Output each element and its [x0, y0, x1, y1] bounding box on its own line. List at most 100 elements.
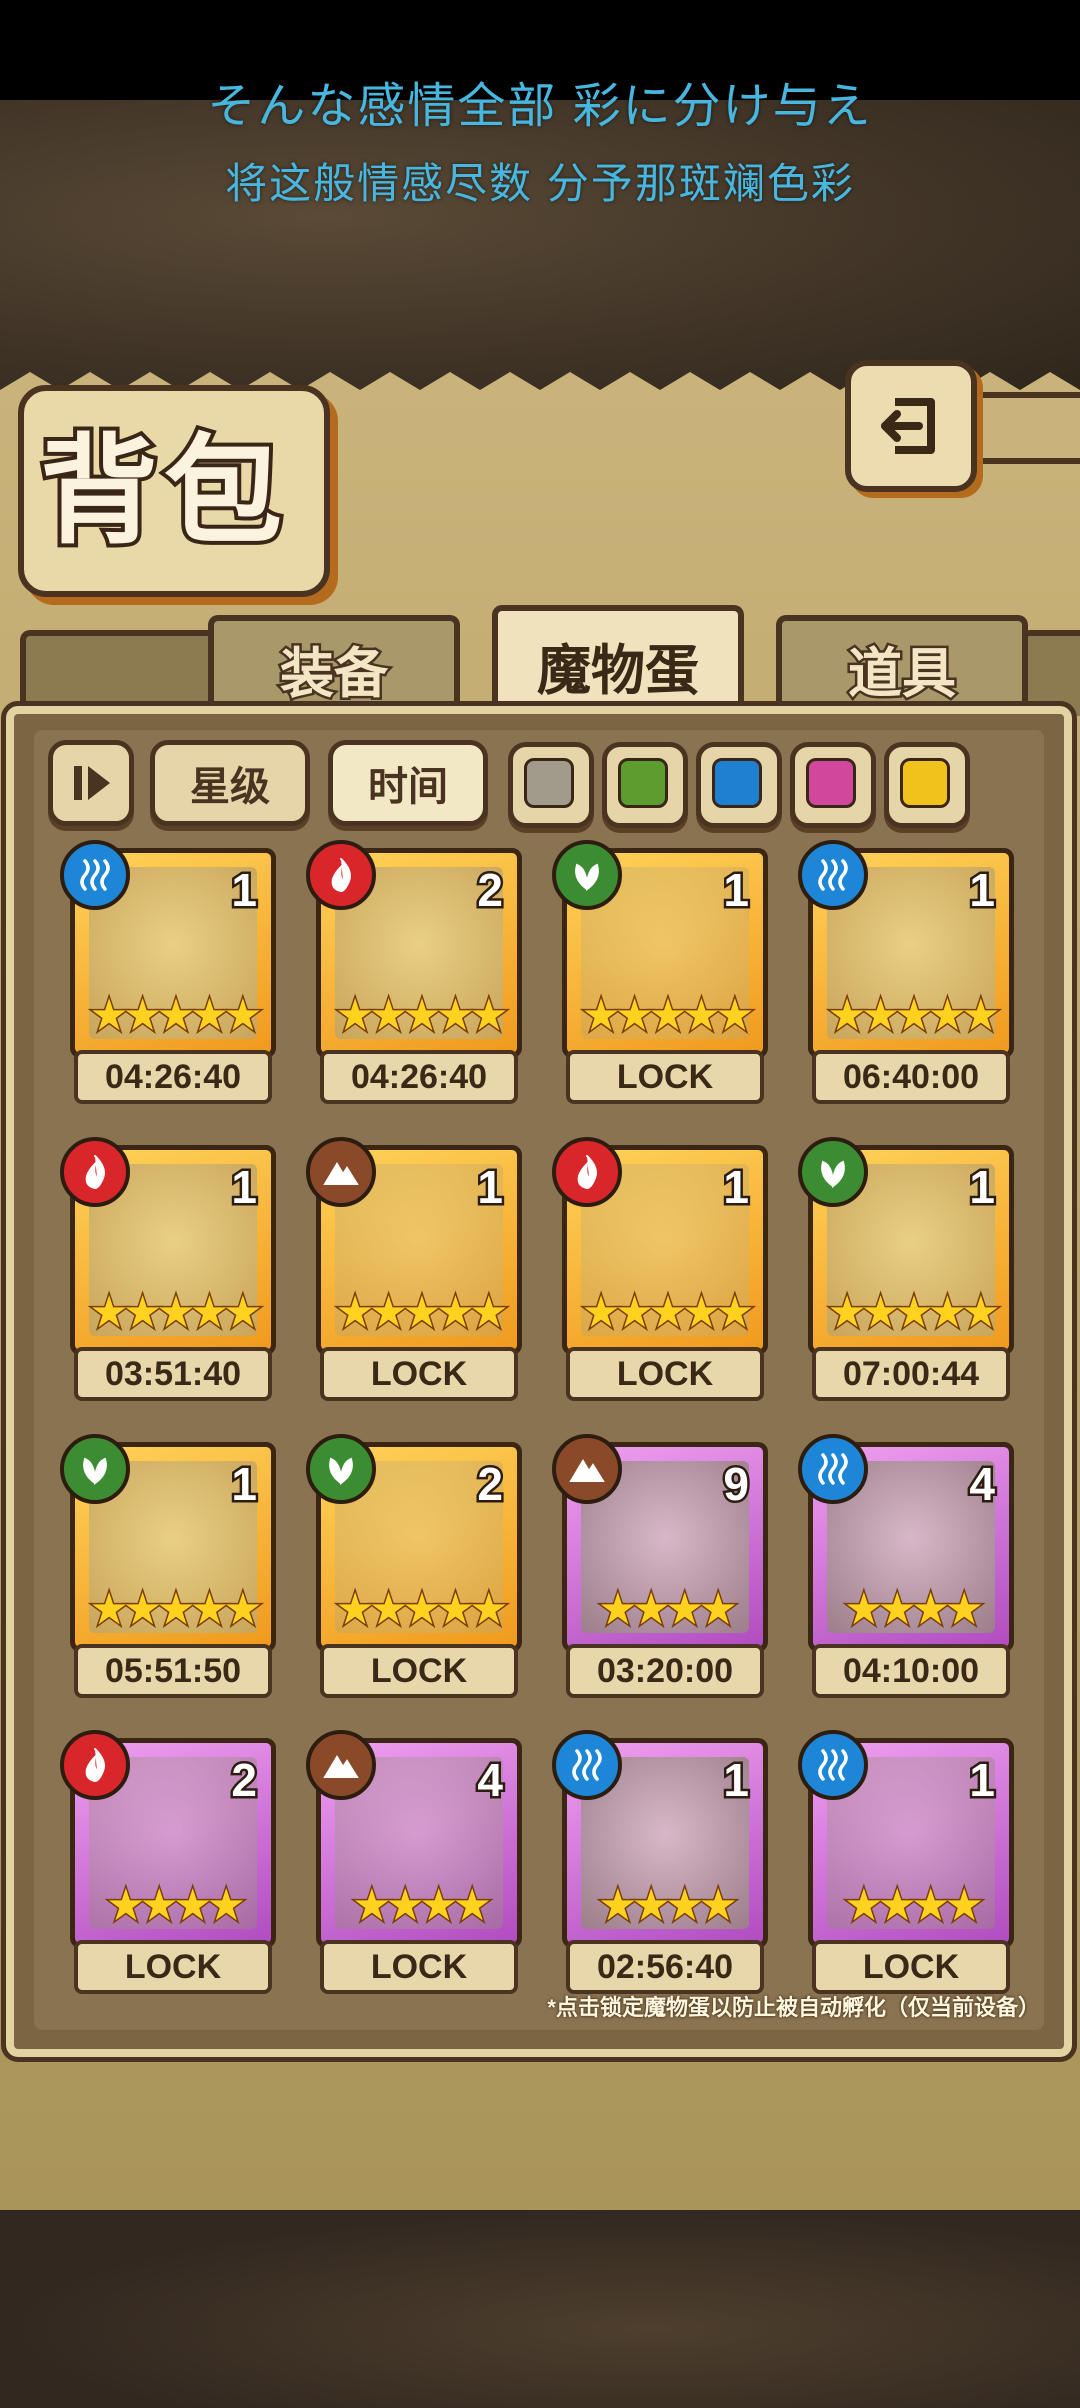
fire-element-icon — [60, 1730, 130, 1800]
back-button[interactable] — [845, 360, 977, 492]
sort-by-time-button[interactable]: 时间 — [328, 740, 488, 826]
earth-element-icon — [306, 1137, 376, 1207]
sort-order-toggle[interactable] — [48, 740, 134, 826]
egg-count: 2 — [475, 1456, 506, 1513]
fire-element-glyph — [85, 1155, 105, 1190]
star-rating: ★★★★ — [597, 1584, 740, 1636]
egg-lock-label[interactable]: LOCK — [566, 1347, 764, 1401]
egg-card[interactable]: 1 ★★★★ — [552, 1730, 768, 1948]
egg-lock-label[interactable]: LOCK — [320, 1940, 518, 1994]
egg-hatch-timer[interactable]: 07:00:44 — [812, 1347, 1010, 1401]
star-rating: ★★★★★ — [334, 1584, 510, 1636]
egg-hatch-timer[interactable]: 02:56:40 — [566, 1940, 764, 1994]
star-rating: ★★★★★ — [580, 1287, 756, 1339]
egg-count: 1 — [721, 1752, 752, 1809]
egg-card[interactable]: 4 ★★★★ — [306, 1730, 522, 1948]
egg-lock-label[interactable]: LOCK — [320, 1347, 518, 1401]
leaf-element-icon — [60, 1434, 130, 1504]
fire-element-icon — [60, 1137, 130, 1207]
leaf-element-icon — [552, 840, 622, 910]
egg-card[interactable]: 2 ★★★★★ — [306, 1434, 522, 1652]
egg-hatch-timer[interactable]: 06:40:00 — [812, 1050, 1010, 1104]
water-element-icon — [60, 840, 130, 910]
star-rating: ★★★★ — [105, 1880, 248, 1932]
egg-count: 1 — [967, 1752, 998, 1809]
color-filter-gray[interactable] — [508, 742, 594, 828]
egg-count: 1 — [229, 1456, 260, 1513]
water-element-icon — [798, 840, 868, 910]
egg-hatch-timer[interactable]: 03:51:40 — [74, 1347, 272, 1401]
egg-card[interactable]: 2 ★★★★★ — [306, 840, 522, 1058]
egg-card[interactable]: 1 ★★★★★ — [60, 840, 276, 1058]
water-element-glyph — [818, 1749, 848, 1781]
earth-element-icon — [552, 1434, 622, 1504]
color-filter-yellow[interactable] — [884, 742, 970, 828]
leaf-element-icon — [798, 1137, 868, 1207]
egg-count: 1 — [967, 1159, 998, 1216]
egg-lock-label[interactable]: LOCK — [320, 1644, 518, 1698]
color-swatch — [806, 758, 856, 808]
egg-count: 1 — [229, 862, 260, 919]
egg-lock-label[interactable]: LOCK — [74, 1940, 272, 1994]
star-rating: ★★★★★ — [826, 990, 1002, 1042]
egg-count: 2 — [475, 862, 506, 919]
map-background-bottom — [0, 2210, 1080, 2408]
tab-stub-right — [1020, 630, 1080, 716]
egg-card[interactable]: 1 ★★★★★ — [306, 1137, 522, 1355]
water-element-glyph — [572, 1749, 602, 1781]
egg-lock-label[interactable]: LOCK — [812, 1940, 1010, 1994]
egg-count: 9 — [721, 1456, 752, 1513]
star-rating: ★★★★★ — [88, 1584, 264, 1636]
star-rating: ★★★★★ — [88, 990, 264, 1042]
egg-card[interactable]: 9 ★★★★ — [552, 1434, 768, 1652]
fire-element-glyph — [331, 858, 351, 893]
leaf-element-glyph — [821, 1160, 845, 1188]
leaf-element-glyph — [83, 1457, 107, 1485]
leaf-element-icon — [306, 1434, 376, 1504]
lyric-line-chinese: 将这般情感尽数 分予那斑斓色彩 — [225, 160, 855, 207]
egg-hatch-timer[interactable]: 04:10:00 — [812, 1644, 1010, 1698]
color-filter-blue[interactable] — [696, 742, 782, 828]
egg-count: 4 — [967, 1456, 998, 1513]
egg-card[interactable]: 1 ★★★★ — [798, 1730, 1014, 1948]
star-rating: ★★★★ — [351, 1880, 494, 1932]
sort-order-icon — [74, 766, 110, 800]
star-rating: ★★★★ — [843, 1584, 986, 1636]
egg-card[interactable]: 1 ★★★★★ — [798, 1137, 1014, 1355]
color-filter-pink[interactable] — [790, 742, 876, 828]
egg-card[interactable]: 4 ★★★★ — [798, 1434, 1014, 1652]
star-rating: ★★★★ — [597, 1880, 740, 1932]
egg-card[interactable]: 2 ★★★★ — [60, 1730, 276, 1948]
egg-card[interactable]: 1 ★★★★★ — [552, 840, 768, 1058]
star-rating: ★★★★★ — [580, 990, 756, 1042]
egg-card[interactable]: 1 ★★★★★ — [60, 1137, 276, 1355]
tab-monster-eggs[interactable]: 魔物蛋 — [492, 605, 744, 719]
egg-hatch-timer[interactable]: 04:26:40 — [74, 1050, 272, 1104]
tab-equipment[interactable]: 装备 — [208, 615, 460, 716]
egg-count: 2 — [229, 1752, 260, 1809]
egg-hatch-timer[interactable]: 05:51:50 — [74, 1644, 272, 1698]
egg-card[interactable]: 1 ★★★★★ — [552, 1137, 768, 1355]
egg-lock-label[interactable]: LOCK — [566, 1050, 764, 1104]
earth-element-glyph — [569, 1459, 605, 1482]
leaf-element-glyph — [329, 1457, 353, 1485]
egg-count: 1 — [229, 1159, 260, 1216]
color-swatch — [712, 758, 762, 808]
tab-items[interactable]: 道具 — [776, 615, 1028, 716]
egg-count: 1 — [967, 862, 998, 919]
water-element-glyph — [818, 1453, 848, 1485]
egg-hatch-timer[interactable]: 04:26:40 — [320, 1050, 518, 1104]
egg-card[interactable]: 1 ★★★★★ — [60, 1434, 276, 1652]
egg-card[interactable]: 1 ★★★★★ — [798, 840, 1014, 1058]
egg-count: 1 — [721, 862, 752, 919]
star-rating: ★★★★★ — [334, 990, 510, 1042]
leaf-element-glyph — [575, 863, 599, 891]
star-rating: ★★★★★ — [334, 1287, 510, 1339]
sort-by-star-button[interactable]: 星级 — [150, 740, 310, 826]
earth-element-glyph — [323, 1755, 359, 1778]
page-title: 背包 — [36, 422, 289, 562]
lyric-line-japanese: そんな感情全部 彩に分け与え — [207, 80, 873, 133]
egg-count: 4 — [475, 1752, 506, 1809]
egg-hatch-timer[interactable]: 03:20:00 — [566, 1644, 764, 1698]
color-filter-green[interactable] — [602, 742, 688, 828]
